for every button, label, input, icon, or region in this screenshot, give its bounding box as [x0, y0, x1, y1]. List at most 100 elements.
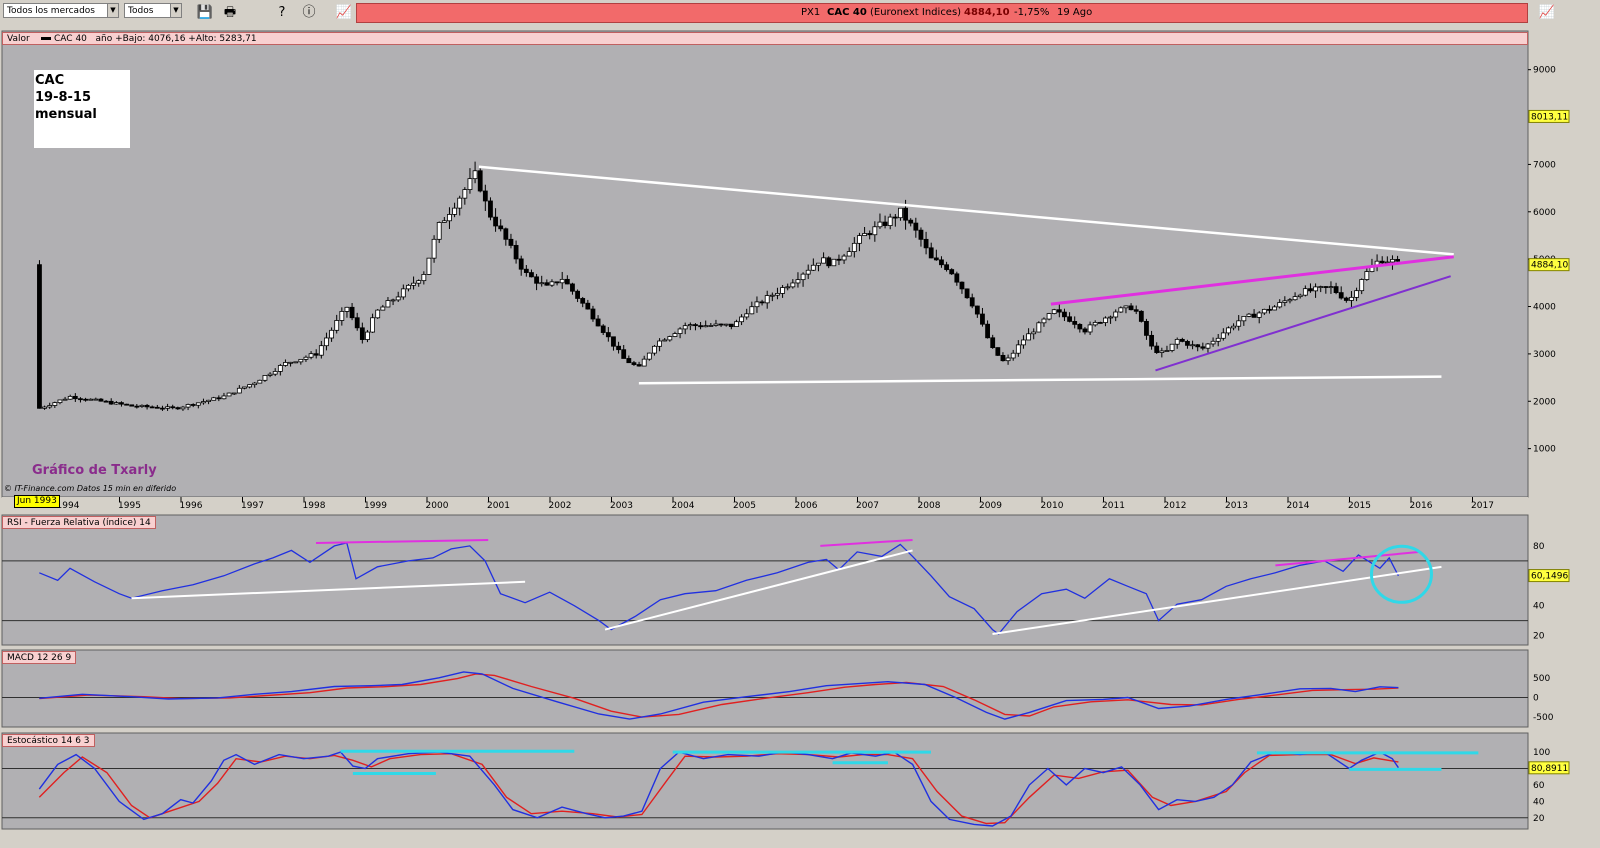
candle	[974, 305, 980, 315]
candle	[616, 345, 621, 351]
candle	[646, 352, 652, 360]
candle	[1328, 286, 1334, 289]
candle	[1051, 309, 1057, 314]
candle	[1174, 338, 1180, 345]
candle	[523, 268, 529, 273]
candle	[677, 328, 683, 334]
candle	[1395, 259, 1400, 262]
candle	[949, 269, 955, 275]
candle	[457, 197, 463, 209]
candle	[980, 313, 985, 325]
candle	[995, 347, 1001, 356]
series-label: CAC 40	[54, 34, 87, 44]
candle	[149, 406, 155, 409]
candle	[795, 279, 801, 284]
candle	[344, 306, 350, 312]
candle	[918, 229, 924, 240]
macd-title: MACD 12 26 9	[2, 651, 77, 664]
candle	[431, 238, 437, 259]
candle	[488, 200, 493, 218]
candle	[964, 288, 970, 299]
candle	[247, 384, 252, 388]
candle	[365, 331, 370, 340]
candle	[67, 395, 73, 400]
candle	[1338, 292, 1344, 299]
candle	[93, 398, 99, 401]
candle	[944, 264, 949, 270]
candle	[959, 281, 965, 290]
candle	[334, 320, 340, 331]
x-tick-label: 2005	[733, 501, 756, 511]
x-tick-label: 1995	[118, 501, 141, 511]
candle	[503, 228, 509, 240]
candle	[1349, 296, 1354, 301]
candle	[816, 262, 821, 266]
candle	[395, 296, 401, 301]
x-tick-label: 1994	[57, 501, 80, 511]
candle	[277, 365, 283, 372]
macd-tick-label: 500	[1533, 674, 1550, 684]
note-line-symbol: CAC	[35, 73, 65, 88]
y-tick-label: 4000	[1533, 303, 1556, 313]
candle	[564, 278, 570, 285]
candle	[713, 323, 719, 326]
candle	[534, 276, 539, 284]
candle	[708, 325, 714, 327]
candle	[1379, 260, 1385, 264]
x-tick-label: 2012	[1164, 501, 1187, 511]
candle	[472, 170, 478, 180]
candle	[508, 238, 514, 246]
candle	[1226, 327, 1231, 334]
stoch-value-tag: 80,8911	[1531, 764, 1568, 774]
candle	[1390, 259, 1395, 263]
chart-note: CAC 19-8-15 mensual	[34, 70, 130, 148]
candle	[887, 216, 893, 226]
x-tick-label: 2008	[918, 501, 941, 511]
candle	[272, 371, 278, 375]
candle	[313, 353, 319, 356]
candle	[359, 327, 365, 340]
candle	[1190, 344, 1195, 347]
candle	[1133, 309, 1139, 312]
candle	[165, 406, 170, 409]
candle	[154, 406, 160, 409]
stoch-tick-label: 20	[1533, 814, 1545, 824]
candle	[1302, 288, 1308, 296]
candle	[1292, 296, 1298, 301]
macd-tick-label: -500	[1533, 713, 1554, 723]
candle	[862, 233, 867, 237]
candle	[257, 379, 263, 384]
candle	[1000, 354, 1006, 362]
candle	[339, 311, 345, 321]
candle	[626, 358, 632, 364]
candle	[1200, 346, 1206, 349]
candle	[744, 313, 750, 318]
candle	[1313, 286, 1318, 292]
candle	[672, 333, 678, 337]
last-price-tag: 4884,10	[1531, 261, 1568, 271]
candle	[769, 294, 775, 297]
candle	[1179, 338, 1185, 342]
candle	[72, 395, 78, 400]
candle	[452, 207, 457, 215]
candle	[1220, 332, 1226, 339]
candle	[1210, 340, 1216, 345]
candle	[462, 189, 468, 199]
candle	[662, 339, 668, 342]
candle	[370, 317, 375, 333]
candle	[144, 404, 150, 408]
candle	[800, 273, 806, 281]
candle	[185, 404, 191, 408]
candle	[324, 337, 329, 347]
candle	[129, 404, 135, 407]
candle	[242, 386, 247, 389]
candle	[1005, 357, 1011, 362]
candle	[211, 397, 217, 401]
rsi-value-tag: 60,1496	[1531, 572, 1568, 582]
candle	[221, 395, 227, 400]
candle	[180, 406, 186, 410]
candle	[764, 295, 770, 304]
candle	[544, 282, 550, 286]
candle	[780, 287, 785, 294]
rsi-tick-label: 20	[1533, 632, 1545, 642]
